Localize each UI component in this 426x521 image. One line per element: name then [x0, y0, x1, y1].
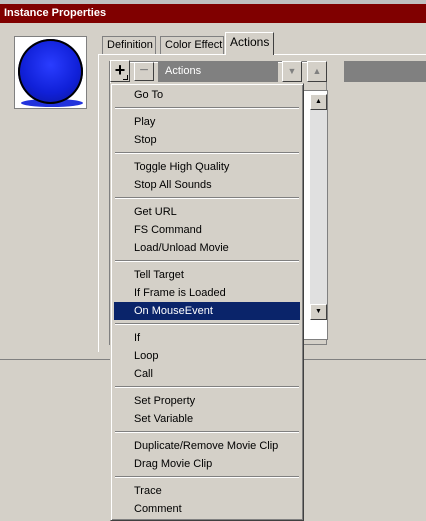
symbol-preview: [14, 36, 87, 109]
menu-item-drag-movie-clip[interactable]: Drag Movie Clip: [114, 455, 300, 473]
menu-separator: [114, 149, 300, 158]
menu-item-duplicate-remove-movie-clip[interactable]: Duplicate/Remove Movie Clip: [114, 437, 300, 455]
menu-item-call[interactable]: Call: [114, 365, 300, 383]
move-up-button[interactable]: ▲: [307, 61, 327, 82]
menu-separator: [114, 428, 300, 437]
add-action-menu: Go To Play Stop Toggle High Quality Stop All…: [110, 83, 304, 521]
menu-item-load-unload-movie[interactable]: Load/Unload Movie: [114, 239, 300, 257]
menu-item-set-property[interactable]: Set Property: [114, 392, 300, 410]
menu-item-stop[interactable]: Stop: [114, 131, 300, 149]
menu-item-play[interactable]: Play: [114, 113, 300, 131]
menu-separator: [114, 194, 300, 203]
tab-actions[interactable]: Actions: [225, 32, 274, 55]
tab-definition[interactable]: Definition: [102, 36, 156, 54]
menu-item-if-frame-is-loaded[interactable]: If Frame is Loaded: [114, 284, 300, 302]
menu-item-stop-all-sounds[interactable]: Stop All Sounds: [114, 176, 300, 194]
window-title: Instance Properties: [0, 4, 426, 23]
scroll-up-icon[interactable]: ▲: [310, 94, 327, 110]
parameters-header: [344, 61, 426, 82]
menu-item-if[interactable]: If: [114, 329, 300, 347]
menu-item-loop[interactable]: Loop: [114, 347, 300, 365]
remove-action-button[interactable]: −: [134, 62, 154, 81]
menu-item-set-variable[interactable]: Set Variable: [114, 410, 300, 428]
menu-separator: [114, 473, 300, 482]
menu-item-toggle-high-quality[interactable]: Toggle High Quality: [114, 158, 300, 176]
menu-item-get-url[interactable]: Get URL: [114, 203, 300, 221]
menu-item-go-to[interactable]: Go To: [114, 86, 300, 104]
actions-list-scrollbar[interactable]: ▲ ▼: [310, 94, 327, 320]
menu-separator: [114, 383, 300, 392]
menu-item-trace[interactable]: Trace: [114, 482, 300, 500]
actions-list-header: Actions: [158, 61, 278, 82]
add-action-button[interactable]: +: [110, 60, 130, 82]
tab-color-effect[interactable]: Color Effect: [160, 36, 224, 54]
scroll-down-icon[interactable]: ▼: [310, 304, 327, 320]
menu-separator: [114, 320, 300, 329]
blue-ball-graphic: [18, 39, 83, 104]
menu-item-on-mouseevent[interactable]: On MouseEvent: [114, 302, 300, 320]
menu-item-fs-command[interactable]: FS Command: [114, 221, 300, 239]
menu-separator: [114, 104, 300, 113]
move-down-button[interactable]: ▼: [282, 61, 302, 82]
menu-item-comment[interactable]: Comment: [114, 500, 300, 518]
menu-item-tell-target[interactable]: Tell Target: [114, 266, 300, 284]
menu-separator: [114, 257, 300, 266]
